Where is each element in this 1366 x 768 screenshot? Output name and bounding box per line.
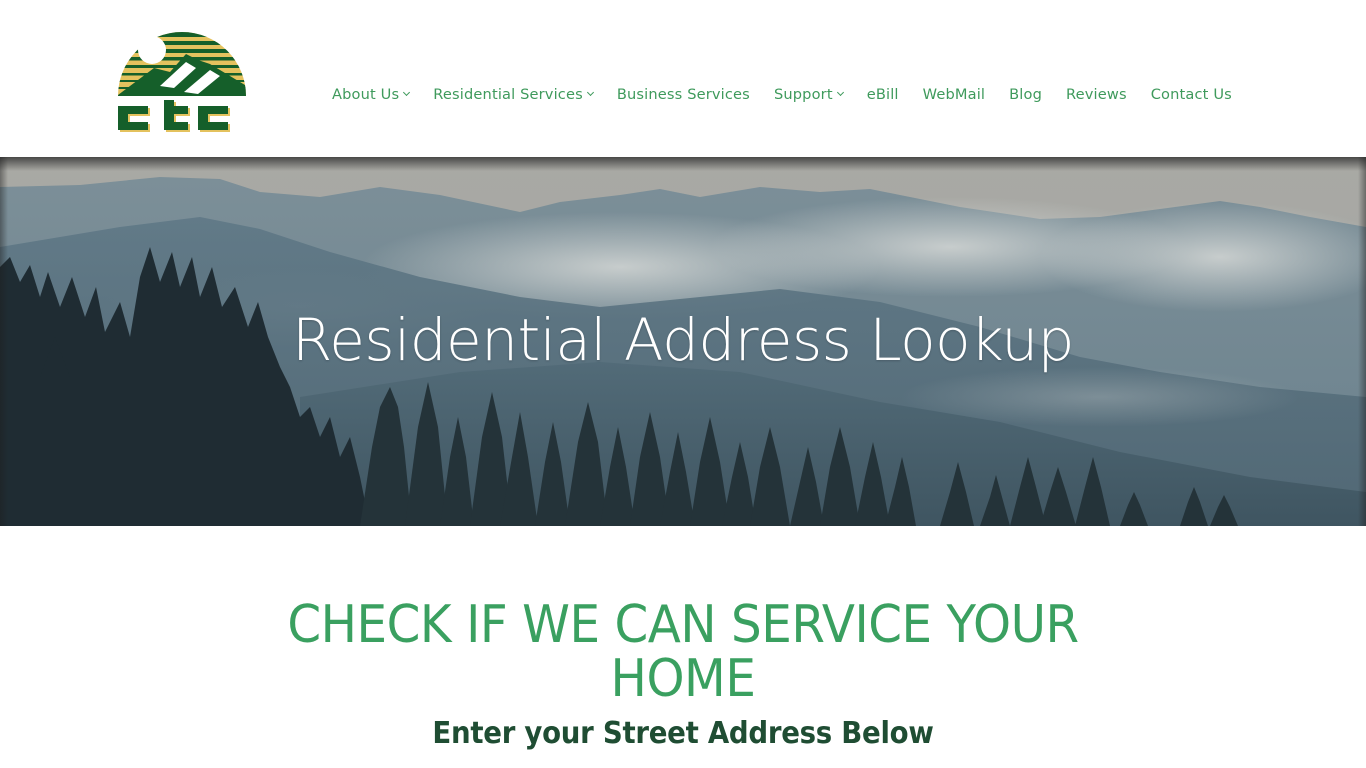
nav-webmail[interactable]: WebMail [923, 86, 986, 103]
nav-label: Contact Us [1150, 85, 1232, 103]
address-prompt: Enter your Street Address Below [432, 716, 934, 751]
nav-label: Reviews [1065, 85, 1127, 103]
nav-label: Blog [1009, 85, 1042, 103]
nav-reviews[interactable]: Reviews [1066, 86, 1127, 103]
nav-label: Residential Services [433, 85, 583, 103]
main-content: CHECK IF WE CAN SERVICE YOUR HOME Enter … [0, 526, 1366, 768]
site-header: About Us Residential Services Business S… [0, 0, 1366, 157]
nav-label: About Us [332, 85, 400, 103]
hero-title: Residential Address Lookup [292, 306, 1074, 374]
nav-ebill[interactable]: eBill [867, 86, 899, 103]
chevron-down-icon [836, 88, 844, 97]
ctc-logo-icon [118, 32, 246, 132]
nav-blog[interactable]: Blog [1009, 86, 1042, 103]
hero-banner: Residential Address Lookup [0, 157, 1366, 526]
service-check-headline: CHECK IF WE CAN SERVICE YOUR HOME [287, 595, 1079, 709]
nav-label: WebMail [922, 85, 986, 103]
nav-business-services[interactable]: Business Services [617, 86, 750, 103]
nav-label: Support [773, 85, 833, 103]
nav-about-us[interactable]: About Us [332, 85, 411, 103]
header-shadow [0, 157, 1366, 171]
nav-residential-services[interactable]: Residential Services [433, 85, 594, 103]
nav-contact-us[interactable]: Contact Us [1151, 86, 1232, 103]
chevron-down-icon [586, 88, 594, 97]
nav-support[interactable]: Support [773, 85, 844, 103]
main-nav: About Us Residential Services Business S… [332, 82, 1232, 106]
nav-label: eBill [866, 85, 899, 103]
ctc-logo[interactable] [114, 28, 250, 132]
chevron-down-icon [403, 88, 411, 97]
nav-label: Business Services [616, 85, 750, 103]
